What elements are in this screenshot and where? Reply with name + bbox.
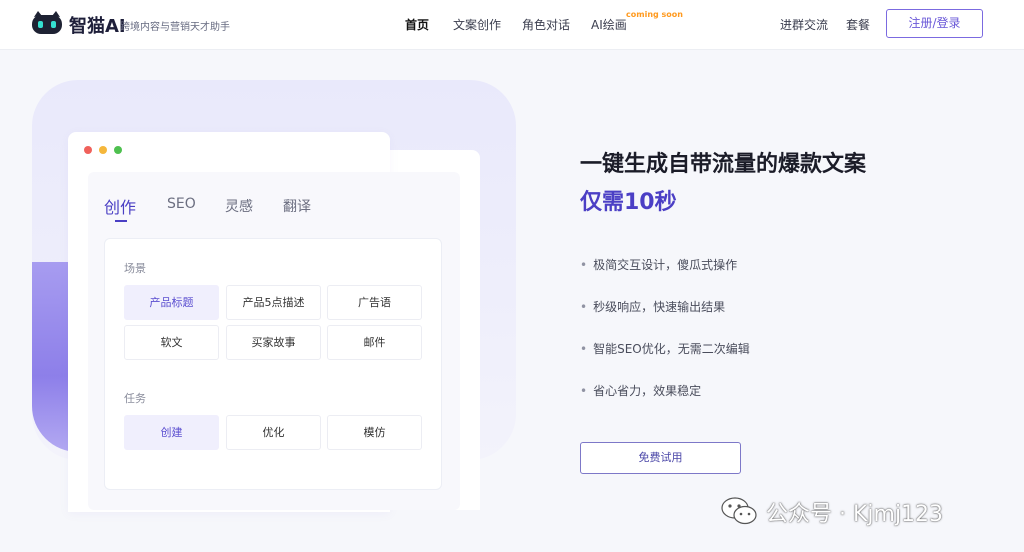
bullet: • [580, 300, 588, 314]
feature-item: • 省心省力，效果稳定 [580, 382, 701, 399]
tab-seo[interactable]: SEO [167, 196, 196, 212]
window-minimize-dot-icon [99, 146, 107, 154]
logo-name[interactable]: 智猫AI [69, 12, 126, 38]
feature-text: 智能SEO优化，无需二次编辑 [593, 342, 750, 356]
feature-item: • 极简交互设计，傻瓜式操作 [580, 256, 737, 273]
top-nav-bar: 智猫AI 跨境内容与营销天才助手 首页 文案创作 角色对话 AI绘画 comin… [0, 0, 1024, 50]
scene-soft-article[interactable]: 软文 [124, 325, 219, 360]
register-login-button[interactable]: 注册/登录 [886, 9, 983, 38]
scene-product-bullets[interactable]: 产品5点描述 [226, 285, 321, 320]
task-imitate[interactable]: 模仿 [327, 415, 422, 450]
nav-ai-painting[interactable]: AI绘画 [591, 16, 627, 33]
feature-text: 秒级响应，快速输出结果 [593, 300, 726, 314]
task-create[interactable]: 创建 [124, 415, 219, 450]
logo-slogan: 跨境内容与营销天才助手 [120, 22, 230, 33]
active-tab-indicator [115, 220, 127, 222]
scene-product-title[interactable]: 产品标题 [124, 285, 219, 320]
free-trial-button[interactable]: 免费试用 [580, 442, 741, 474]
hero-subheadline: 仅需10秒 [580, 190, 677, 215]
nav-role-chat[interactable]: 角色对话 [522, 16, 570, 33]
bullet: • [580, 258, 588, 272]
scene-buyer-story[interactable]: 买家故事 [226, 325, 321, 360]
tab-translate[interactable]: 翻译 [283, 196, 311, 216]
feature-item: • 智能SEO优化，无需二次编辑 [580, 340, 750, 357]
feature-text: 极简交互设计，傻瓜式操作 [593, 258, 738, 272]
tab-inspiration[interactable]: 灵感 [225, 196, 253, 216]
coming-soon-badge: coming soon [626, 10, 683, 19]
nav-home[interactable]: 首页 [405, 16, 429, 33]
nav-pricing[interactable]: 套餐 [846, 16, 870, 33]
bullet: • [580, 384, 588, 398]
feature-text: 省心省力，效果稳定 [593, 384, 702, 398]
scene-email[interactable]: 邮件 [327, 325, 422, 360]
tab-create[interactable]: 创作 [104, 194, 136, 218]
feature-item: • 秒级响应，快速输出结果 [580, 298, 725, 315]
wechat-icon [721, 497, 757, 525]
bullet: • [580, 342, 588, 356]
watermark-text: 公众号 · Kjmj123 [766, 502, 944, 527]
nav-copywriting[interactable]: 文案创作 [453, 16, 501, 33]
nav-join-group[interactable]: 进群交流 [780, 16, 828, 33]
hero-headline: 一键生成自带流量的爆款文案 [580, 152, 867, 177]
scene-ad-slogan[interactable]: 广告语 [327, 285, 422, 320]
window-close-dot-icon [84, 146, 92, 154]
window-maximize-dot-icon [114, 146, 122, 154]
task-label: 任务 [124, 392, 146, 405]
task-optimize[interactable]: 优化 [226, 415, 321, 450]
options-card [104, 238, 442, 490]
scene-label: 场景 [124, 262, 146, 275]
robot-cat-logo-icon[interactable] [30, 11, 64, 35]
